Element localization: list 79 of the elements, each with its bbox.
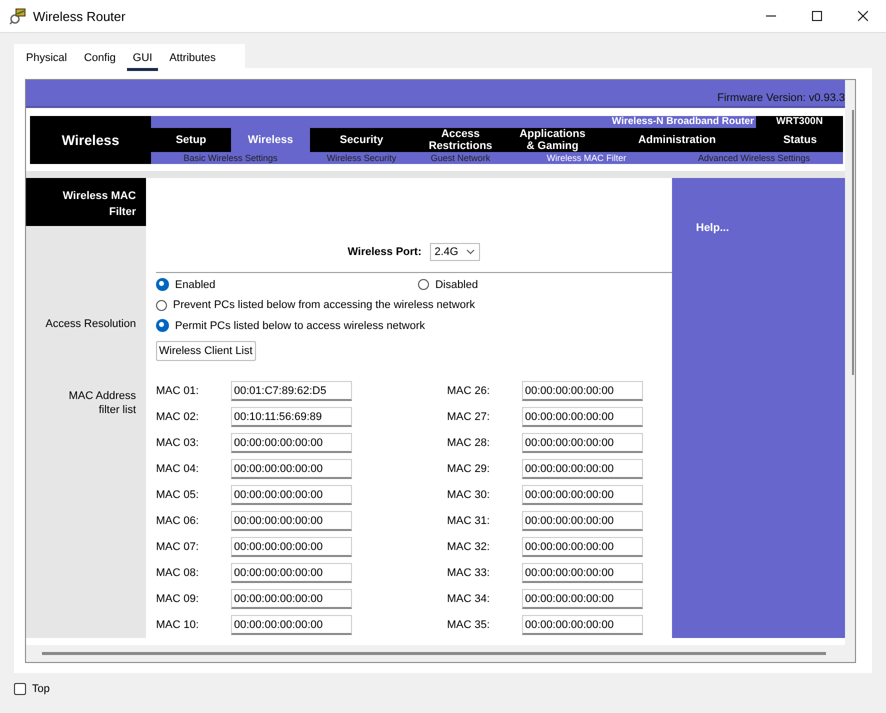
section-title: Wireless [30,116,151,164]
mac-address-field[interactable]: 00:00:00:00:00:00 [522,589,643,609]
menu-tab[interactable]: Applications & Gaming [508,128,597,152]
mac-label: MAC 04: [156,463,200,475]
checkbox[interactable] [14,683,26,695]
close-icon [858,11,868,21]
menu-tab[interactable]: Status [757,128,843,152]
mac-address-field[interactable]: 00:00:00:00:00:00 [231,485,352,505]
radio-label: Permit PCs listed below to access wireless network [175,320,426,332]
mac-label: MAC 33: [447,567,491,579]
mac-label: MAC 03: [156,437,200,449]
tab[interactable]: Config [78,44,122,71]
menu-tab[interactable]: Setup [151,128,231,152]
product-name: Wireless-N Broadband Router [151,116,756,128]
mac-label: MAC 31: [447,515,491,527]
mac-address-field[interactable]: 00:00:00:00:00:00 [522,537,643,557]
mac-label: MAC 02: [156,411,200,423]
mac-label: MAC 10: [156,619,200,631]
mac-address-field[interactable]: 00:00:00:00:00:00 [522,511,643,531]
mac-label: MAC 01: [156,385,200,397]
mac-address-field[interactable]: 00:00:00:00:00:00 [522,407,643,427]
mac-label: MAC 35: [447,619,491,631]
scrollbar-thumb[interactable] [852,110,854,375]
radio-button[interactable] [156,300,167,310]
checkbox-label: Top [32,683,50,695]
mac-address-field[interactable]: 00:00:00:00:00:00 [522,459,643,479]
mac-label: MAC 26: [447,385,491,397]
access-resolution-label: Access Resolution [46,318,136,330]
mac-label: MAC 29: [447,463,491,475]
scrollbar-thumb[interactable] [42,652,826,655]
radio-button[interactable] [156,278,169,291]
mac-label: MAC 28: [447,437,491,449]
mac-address-field[interactable]: 00:10:11:56:69:89 [231,407,352,427]
model-name: WRT300N [756,116,843,128]
window-title: Wireless Router [33,8,126,24]
mac-label: MAC 27: [447,411,491,423]
mac-label: MAC 09: [156,593,200,605]
chevron-down-icon [466,249,476,255]
mac-address-field[interactable]: 00:00:00:00:00:00 [522,381,643,401]
mac-address-field[interactable]: 00:01:C7:89:62:D5 [231,381,352,401]
router-icon [9,7,27,25]
mac-label: MAC 05: [156,489,200,501]
mac-filter-label: MAC Address filter list [68,389,136,417]
menu-tab[interactable]: Access Restrictions [413,128,508,152]
menu-tab[interactable]: Security [310,128,413,152]
menu-tab[interactable]: Wireless [231,128,310,152]
mac-address-field[interactable]: 00:00:00:00:00:00 [522,615,643,635]
help-link[interactable]: Help... [696,222,730,234]
radio-label: Prevent PCs listed below from accessing the wireless network [173,299,476,311]
mac-address-field[interactable]: 00:00:00:00:00:00 [231,537,352,557]
mac-address-field[interactable]: 00:00:00:00:00:00 [231,615,352,635]
mac-label: MAC 07: [156,541,200,553]
mac-address-field[interactable]: 00:00:00:00:00:00 [231,589,352,609]
mac-address-field[interactable]: 00:00:00:00:00:00 [231,511,352,531]
mac-address-field[interactable]: 00:00:00:00:00:00 [231,563,352,583]
maximize-icon [812,11,822,21]
mac-address-field[interactable]: 00:00:00:00:00:00 [522,563,643,583]
radio-label: Disabled [435,278,478,290]
mac-label: MAC 08: [156,567,200,579]
mac-address-field[interactable]: 00:00:00:00:00:00 [231,459,352,479]
mac-label: MAC 30: [447,489,491,501]
mac-label: MAC 34: [447,593,491,605]
tab[interactable]: Attributes [163,44,222,71]
port-label: Wireless Port: [348,246,422,258]
radio-label: Enabled [175,278,216,290]
mac-label: MAC 06: [156,515,200,527]
radio-button[interactable] [156,319,169,332]
menu-tab[interactable]: Administration [597,128,757,152]
panel-title: Wireless MAC Filter [26,178,146,226]
submenu-link[interactable]: Wireless MAC Filter [546,153,626,163]
mac-address-field[interactable]: 00:00:00:00:00:00 [522,433,643,453]
client-list-button[interactable]: Wireless Client List [156,341,256,361]
mac-address-field[interactable]: 00:00:00:00:00:00 [231,433,352,453]
radio-button[interactable] [418,279,430,290]
tab[interactable]: Physical [20,44,73,71]
firmware-version: Firmware Version: v0.93.3 [717,92,845,106]
mac-address-field[interactable]: 00:00:00:00:00:00 [522,485,643,505]
port-dropdown[interactable]: 2.4G [430,243,480,261]
mac-label: MAC 32: [447,541,491,553]
